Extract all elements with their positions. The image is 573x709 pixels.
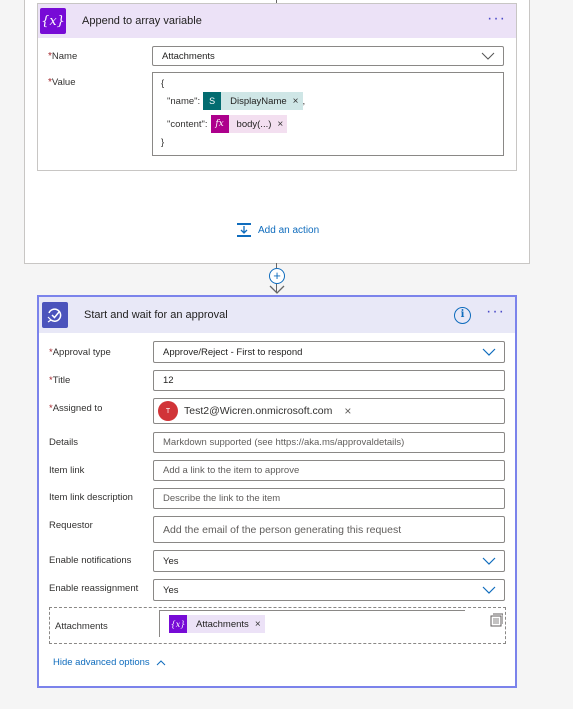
item-link-description-input[interactable]: Describe the link to the item <box>153 488 505 509</box>
name-value: Attachments <box>162 50 215 62</box>
requestor-label: Requestor <box>49 520 93 531</box>
more-options-icon[interactable]: ··· <box>487 11 506 27</box>
remove-assignee-icon[interactable]: × <box>344 404 351 418</box>
close-brace: } <box>161 137 165 148</box>
remove-token-icon[interactable]: × <box>255 619 261 630</box>
enable-reassignment-value: Yes <box>163 584 179 596</box>
assigned-to-input[interactable]: T Test2@Wicren.onmicrosoft.com × <box>153 398 505 424</box>
card-header[interactable]: {x} Append to array variable ··· <box>38 4 516 38</box>
approval-icon <box>42 302 68 328</box>
attachments-token[interactable]: {x} Attachments × <box>169 615 265 633</box>
info-icon[interactable]: i <box>454 307 471 324</box>
content-line: "content": fx body(...) × <box>161 115 503 133</box>
chevron-down-icon <box>482 586 496 594</box>
name-label: * Name <box>48 51 78 62</box>
enable-notifications-dropdown[interactable]: Yes <box>153 550 505 572</box>
content-key: "content": <box>167 118 208 130</box>
attachments-label: Attachments <box>55 621 108 632</box>
chevron-down-icon <box>481 52 495 60</box>
name-dropdown[interactable]: Attachments <box>152 46 504 66</box>
expression-icon: fx <box>210 115 229 133</box>
add-action-icon <box>237 223 251 237</box>
assignee-persona[interactable]: T Test2@Wicren.onmicrosoft.com × <box>158 401 351 421</box>
avatar: T <box>158 401 178 421</box>
title-label: *Title <box>49 375 71 386</box>
displayname-token[interactable]: S DisplayName × <box>203 92 303 110</box>
title-value: 12 <box>163 375 174 386</box>
open-brace: { <box>161 78 165 89</box>
chevron-down-icon <box>482 348 496 356</box>
requestor-placeholder: Add the email of the person generating t… <box>163 523 402 536</box>
more-options-icon[interactable]: ··· <box>486 304 505 320</box>
remove-token-icon[interactable]: × <box>293 96 299 107</box>
assignee-email: Test2@Wicren.onmicrosoft.com <box>184 405 333 417</box>
add-action-label: Add an action <box>258 224 320 236</box>
arrow-down-icon <box>269 285 285 294</box>
card-title: Start and wait for an approval <box>84 309 228 321</box>
value-label: * Value <box>48 77 76 88</box>
attachments-input[interactable]: {x} Attachments × <box>159 610 465 637</box>
title-input[interactable]: 12 <box>153 370 505 391</box>
remove-token-icon[interactable]: × <box>277 119 283 130</box>
chevron-down-icon <box>482 557 496 565</box>
item-link-description-label: Item link description <box>49 492 133 503</box>
variable-icon: {x} <box>40 8 66 34</box>
attachments-row: Attachments {x} Attachments × <box>49 607 506 644</box>
name-key: "name": <box>167 95 201 107</box>
add-action-button[interactable]: Add an action <box>236 222 319 238</box>
enable-notifications-label: Enable notifications <box>49 555 132 566</box>
variable-icon: {x} <box>169 615 187 633</box>
approval-type-dropdown[interactable]: Approve/Reject - First to respond <box>153 341 505 363</box>
card-title: Append to array variable <box>82 15 202 27</box>
hide-advanced-options-link[interactable]: Hide advanced options <box>53 657 166 668</box>
switch-to-array-icon[interactable] <box>489 613 503 627</box>
enable-reassignment-label: Enable reassignment <box>49 583 139 594</box>
approval-type-value: Approve/Reject - First to respond <box>163 346 303 358</box>
details-input[interactable]: Markdown supported (see https://aka.ms/a… <box>153 432 505 453</box>
item-link-description-placeholder: Describe the link to the item <box>163 493 281 504</box>
card-header[interactable]: Start and wait for an approval i ··· <box>39 297 515 333</box>
details-placeholder: Markdown supported (see https://aka.ms/a… <box>163 437 405 448</box>
requestor-input[interactable]: Add the email of the person generating t… <box>153 516 505 543</box>
details-label: Details <box>49 437 79 448</box>
assigned-to-label: *Assigned to <box>49 403 103 414</box>
approval-type-label: *Approval type <box>49 347 111 358</box>
name-line: "name": S DisplayName × , <box>161 92 503 110</box>
item-link-placeholder: Add a link to the item to approve <box>163 465 300 476</box>
value-editor[interactable]: { "name": S DisplayName × , "content": f… <box>152 72 504 156</box>
chevron-up-icon <box>156 659 166 665</box>
enable-reassignment-dropdown[interactable]: Yes <box>153 579 505 601</box>
enable-notifications-value: Yes <box>163 555 179 567</box>
sharepoint-icon: S <box>203 92 222 110</box>
item-link-input[interactable]: Add a link to the item to approve <box>153 460 505 481</box>
item-link-label: Item link <box>49 465 85 476</box>
body-expression-token[interactable]: fx body(...) × <box>210 115 288 133</box>
approval-card: Start and wait for an approval i ··· *Ap… <box>37 295 517 688</box>
insert-step-plus-icon[interactable]: + <box>269 268 285 284</box>
